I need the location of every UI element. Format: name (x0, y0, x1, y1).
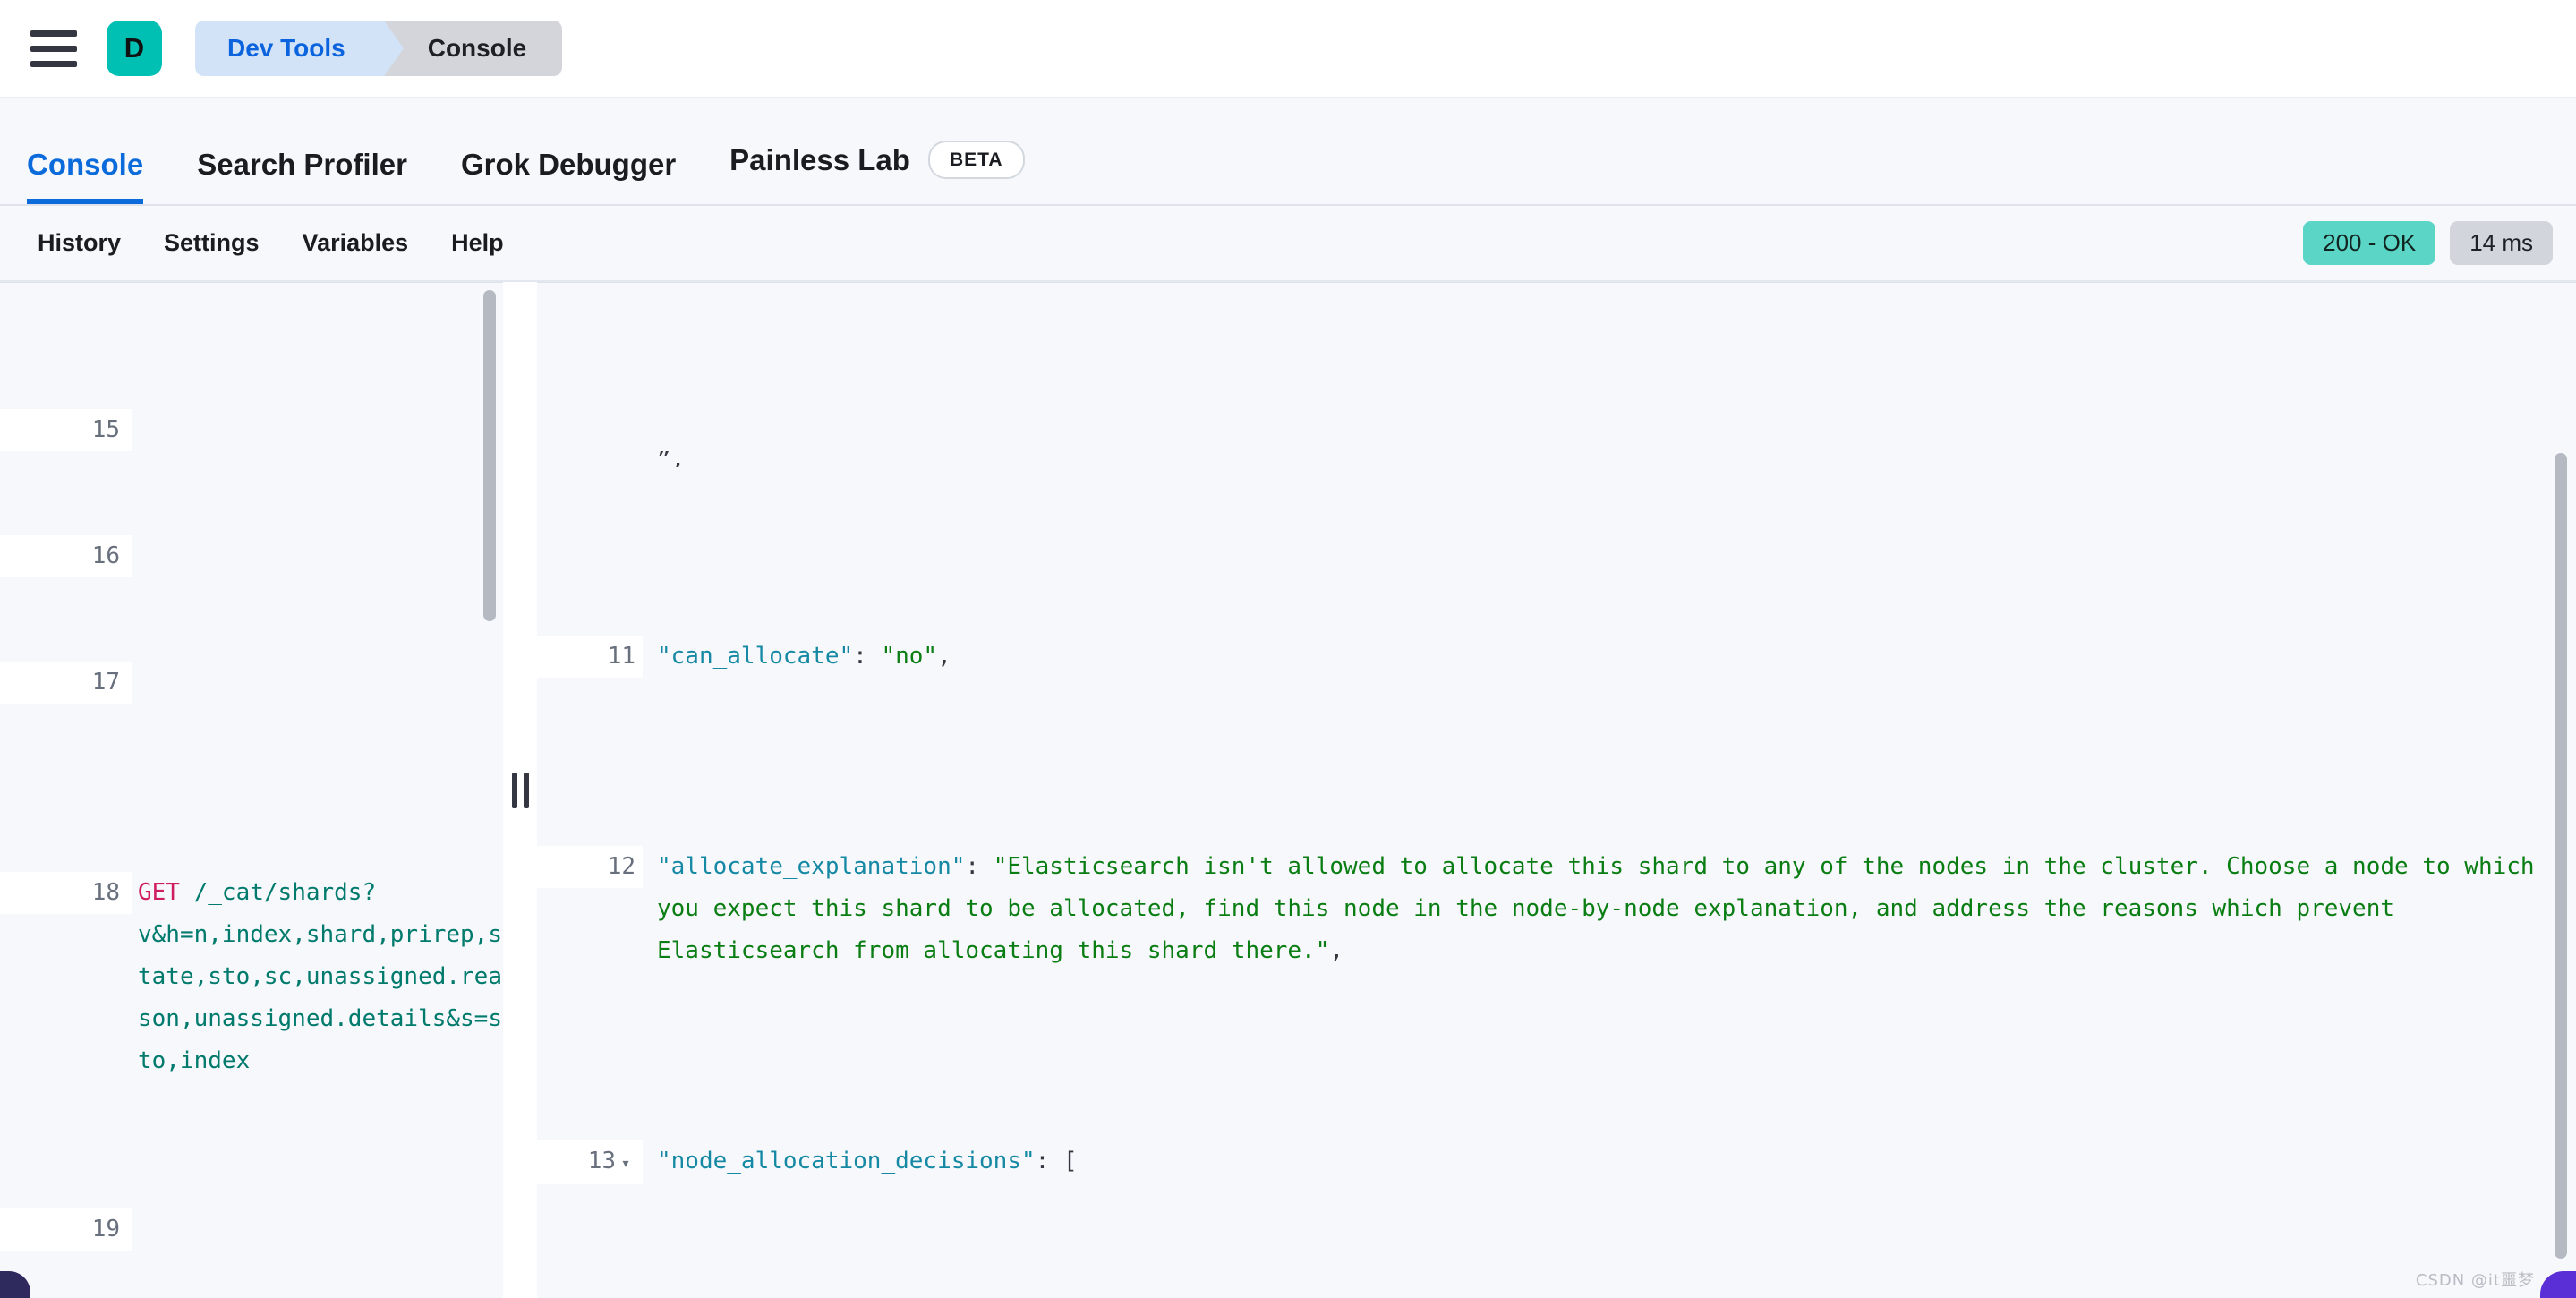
breadcrumb: Dev Tools Console (195, 21, 562, 76)
line-number: 17 (0, 662, 132, 704)
response-line: ”, (537, 451, 2576, 467)
tab-grok-debugger-label: Grok Debugger (461, 149, 676, 179)
toolbar-item-help[interactable]: Help (430, 229, 525, 257)
line-number-text: 13 (588, 1148, 616, 1174)
tab-console[interactable]: Console (27, 149, 143, 204)
tab-search-profiler[interactable]: Search Profiler (197, 149, 407, 204)
json-value: "no" (881, 643, 937, 670)
hamburger-bar (30, 46, 77, 52)
editor-line[interactable]: 15 (0, 409, 503, 451)
response-viewer-code[interactable]: ”, 11 "can_allocate": "no", 12 "allocate… (537, 283, 2576, 1298)
breadcrumb-item-console[interactable]: Console (385, 21, 562, 76)
app-tab-bar: Console Search Profiler Grok Debugger Pa… (0, 98, 2576, 206)
avatar[interactable]: D (107, 21, 162, 76)
colon: : (853, 643, 881, 670)
editor-line[interactable]: 19 (0, 1208, 503, 1251)
request-editor-scrollbar[interactable] (483, 290, 496, 621)
toolbar-item-variables[interactable]: Variables (281, 229, 431, 257)
toolbar-item-settings[interactable]: Settings (142, 229, 281, 257)
response-line[interactable]: 12 "allocate_explanation": "Elasticsearc… (537, 846, 2576, 972)
line-content: "node_allocation_decisions": [ (643, 1140, 2576, 1183)
request-editor-pane[interactable]: 15 16 17 18 GET /_cat/shards?v&h=n,index… (0, 282, 503, 1298)
console-workspace: 15 16 17 18 GET /_cat/shards?v&h=n,index… (0, 282, 2576, 1298)
bracket: [ (1063, 1148, 1078, 1174)
watermark: CSDN @it噩梦 (2416, 1268, 2535, 1291)
request-path: /_cat/shards?v&h=n,index,shard,prirep,st… (138, 879, 502, 1074)
line-number: 11 (537, 636, 643, 678)
space (180, 879, 194, 906)
line-content: ”, (643, 451, 2576, 467)
line-content: "can_allocate": "no", (643, 636, 2576, 678)
hamburger-icon[interactable] (30, 29, 77, 68)
tab-grok-debugger[interactable]: Grok Debugger (461, 149, 676, 204)
response-time-badge: 14 ms (2450, 221, 2553, 265)
json-key: "node_allocation_decisions" (657, 1148, 1036, 1174)
line-number: 19 (0, 1208, 132, 1251)
splitter-bar (512, 773, 517, 808)
console-toolbar: History Settings Variables Help 200 - OK… (0, 206, 2576, 282)
tab-search-profiler-label: Search Profiler (197, 149, 407, 179)
response-viewer-scrollbar[interactable] (2555, 453, 2567, 1259)
toolbar-item-history[interactable]: History (16, 229, 142, 257)
status-badge: 200 - OK (2303, 221, 2435, 265)
http-method: GET (138, 879, 180, 906)
response-line[interactable]: 13▾ "node_allocation_decisions": [ (537, 1140, 2576, 1184)
response-viewer-pane[interactable]: ”, 11 "can_allocate": "no", 12 "allocate… (537, 282, 2576, 1298)
line-number: 16 (0, 535, 132, 577)
comma: , (1329, 937, 1343, 964)
splitter-bar (524, 773, 529, 808)
json-key: "can_allocate" (657, 643, 853, 670)
line-number: 15 (0, 409, 132, 451)
tab-painless-lab[interactable]: Painless Lab BETA (729, 141, 1024, 204)
top-chrome-bar: D Dev Tools Console (0, 0, 2576, 98)
request-editor-code[interactable]: 15 16 17 18 GET /_cat/shards?v&h=n,index… (0, 283, 503, 1298)
splitter-grip-icon[interactable] (512, 773, 529, 808)
editor-line[interactable]: 17 (0, 662, 503, 704)
beta-badge: BETA (928, 141, 1025, 179)
pane-splitter[interactable] (503, 282, 537, 1298)
hamburger-bar (30, 61, 77, 67)
breadcrumb-item-dev-tools[interactable]: Dev Tools (195, 21, 385, 76)
colon: : (1036, 1148, 1063, 1174)
line-number: 18 (0, 872, 132, 914)
editor-line[interactable]: 16 (0, 535, 503, 577)
line-number: 12 (537, 846, 643, 888)
json-key: "allocate_explanation" (657, 853, 965, 880)
editor-line[interactable]: 18 GET /_cat/shards?v&h=n,index,shard,pr… (0, 872, 503, 1082)
response-line[interactable]: 11 "can_allocate": "no", (537, 636, 2576, 678)
line-number: 13▾ (537, 1140, 643, 1184)
hamburger-bar (30, 30, 77, 37)
line-content[interactable]: GET /_cat/shards?v&h=n,index,shard,prire… (132, 872, 503, 1082)
fold-toggle-icon[interactable]: ▾ (616, 1142, 635, 1184)
tab-console-label: Console (27, 149, 143, 179)
tab-painless-lab-label: Painless Lab (729, 145, 910, 175)
line-content: "allocate_explanation": "Elasticsearch i… (643, 846, 2576, 972)
comma: , (937, 643, 951, 670)
colon: : (965, 853, 993, 880)
